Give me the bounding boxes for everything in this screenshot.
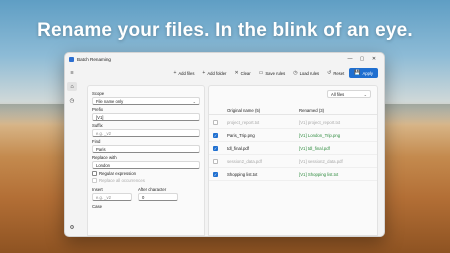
add-files-label: Add files <box>178 70 195 76</box>
close-button[interactable]: ✕ <box>368 56 380 62</box>
find-label: Find <box>92 139 101 144</box>
files-table-body: project_report.txt [V1] project_report.t… <box>209 116 377 181</box>
row-checkbox[interactable]: ✓ <box>213 145 218 151</box>
row-checkbox[interactable] <box>213 119 218 125</box>
original-name: session2_data.pdf <box>227 158 262 164</box>
filter-dropdown[interactable]: All files ⌄ <box>327 90 371 98</box>
replace-label: Replace with <box>92 155 117 160</box>
row-checkbox[interactable]: ✓ <box>213 171 218 177</box>
table-row[interactable]: ✓ tdl_final.pdf [V1] tdl_final.pdf <box>209 142 377 155</box>
load-rules-label: Load rules <box>299 70 320 76</box>
save-rules-label: Save rules <box>265 70 286 76</box>
clear-button[interactable]: ✕ Clear <box>231 68 253 78</box>
suffix-input[interactable]: e.g. _v2 <box>92 129 200 137</box>
insert-label: Insert <box>92 187 103 192</box>
chevron-down-icon: ⌄ <box>363 91 367 97</box>
load-rules-button[interactable]: ◷ Load rules <box>290 68 322 78</box>
original-name: Shopping list.txt <box>227 171 258 177</box>
apply-label: Apply <box>362 70 373 76</box>
original-name: Paris_Trip.png <box>227 132 255 138</box>
app-icon <box>69 56 74 62</box>
original-name: project_report.txt <box>227 119 260 125</box>
case-label: Case <box>92 204 103 209</box>
rules-panel: Scope File name only ⌄ Prefix [V1] Suffix… <box>87 85 205 236</box>
prefix-label: Prefix <box>92 107 103 112</box>
plus-icon: + <box>173 70 177 76</box>
save-icon: ▭ <box>258 70 264 76</box>
table-row[interactable]: ✓ Shopping list.txt [V1] Shopping list.t… <box>209 168 377 181</box>
title-bar: Batch Renaming — ▢ ✕ <box>65 53 384 65</box>
scope-select[interactable]: File name only ⌄ <box>92 97 200 105</box>
minimize-button[interactable]: — <box>344 56 356 62</box>
history-icon[interactable]: ◷ <box>67 96 77 105</box>
row-checkbox[interactable]: ✓ <box>213 132 218 138</box>
reset-button[interactable]: ↺ Reset <box>324 68 347 78</box>
renamed-header: Renamed (3) <box>299 107 325 113</box>
regex-checkbox[interactable]: Regular expression <box>92 171 200 176</box>
suffix-label: Suffix <box>92 123 103 128</box>
app-window: Batch Renaming — ▢ ✕ ≡ ⌂ ◷ ⚙ + Add files … <box>64 52 385 237</box>
scope-label: Scope <box>92 91 105 96</box>
replace-input[interactable]: London <box>92 161 200 169</box>
chevron-down-icon: ⌄ <box>192 98 196 104</box>
files-table-header: Original name (5) Renamed (3) <box>209 106 377 115</box>
scope-value: File name only <box>96 98 124 104</box>
renamed-name: [V1] project_report.txt <box>299 119 341 125</box>
promo-headline: Rename your files. In the blink of an ey… <box>37 20 413 41</box>
filter-value: All files <box>331 91 345 97</box>
reset-label: Reset <box>333 70 345 76</box>
table-row[interactable]: project_report.txt [V1] project_report.t… <box>209 116 377 129</box>
renamed-name: [V1] session2_data.pdf <box>299 158 343 164</box>
original-name-header: Original name (5) <box>227 107 261 113</box>
replace-all-checkbox[interactable]: Replace all occurrences <box>92 178 200 183</box>
insert-row: Insert e.g. _v2 After character 0 <box>92 185 200 202</box>
find-input[interactable]: Paris <box>92 145 200 153</box>
renamed-name: [V1] London_Trip.png <box>299 132 341 138</box>
clear-icon: ✕ <box>234 70 239 76</box>
load-icon: ◷ <box>293 70 298 76</box>
table-row[interactable]: session2_data.pdf [V1] session2_data.pdf <box>209 155 377 168</box>
toolbar: + Add files + Add folder ✕ Clear ▭ Save rule… <box>65 67 384 79</box>
reset-icon: ↺ <box>327 70 332 76</box>
window-title: Batch Renaming <box>77 56 111 62</box>
regex-checkbox-box <box>92 171 97 176</box>
renamed-name: [V1] tdl_final.pdf <box>299 145 330 151</box>
folder-plus-icon: + <box>202 70 206 76</box>
table-row[interactable]: ✓ Paris_Trip.png [V1] London_Trip.png <box>209 129 377 142</box>
prefix-input[interactable]: [V1] <box>92 113 200 121</box>
insert-input[interactable]: e.g. _v2 <box>92 193 132 201</box>
replace-all-checkbox-label: Replace all occurrences <box>99 178 145 183</box>
apply-icon: 💾 <box>354 70 361 76</box>
add-files-button[interactable]: + Add files <box>170 68 197 78</box>
regex-checkbox-label: Regular expression <box>99 171 137 176</box>
apply-button[interactable]: 💾 Apply <box>349 68 378 78</box>
settings-gear-icon[interactable]: ⚙ <box>67 223 77 232</box>
clear-label: Clear <box>240 70 251 76</box>
renamed-name: [V1] Shopping list.txt <box>299 171 339 177</box>
add-folder-button[interactable]: + Add folder <box>199 68 229 78</box>
add-folder-label: Add folder <box>207 70 227 76</box>
save-rules-button[interactable]: ▭ Save rules <box>256 68 289 78</box>
files-panel: All files ⌄ Original name (5) Renamed (3)… <box>208 85 378 236</box>
maximize-button[interactable]: ▢ <box>356 56 368 62</box>
replace-all-checkbox-box <box>92 178 97 183</box>
side-nav: ≡ ⌂ ◷ ⚙ <box>65 65 79 236</box>
home-icon[interactable]: ⌂ <box>67 82 77 91</box>
row-checkbox[interactable] <box>213 158 218 164</box>
after-character-label: After character <box>138 187 167 192</box>
original-name: tdl_final.pdf <box>227 145 249 151</box>
after-character-input[interactable]: 0 <box>138 193 178 201</box>
